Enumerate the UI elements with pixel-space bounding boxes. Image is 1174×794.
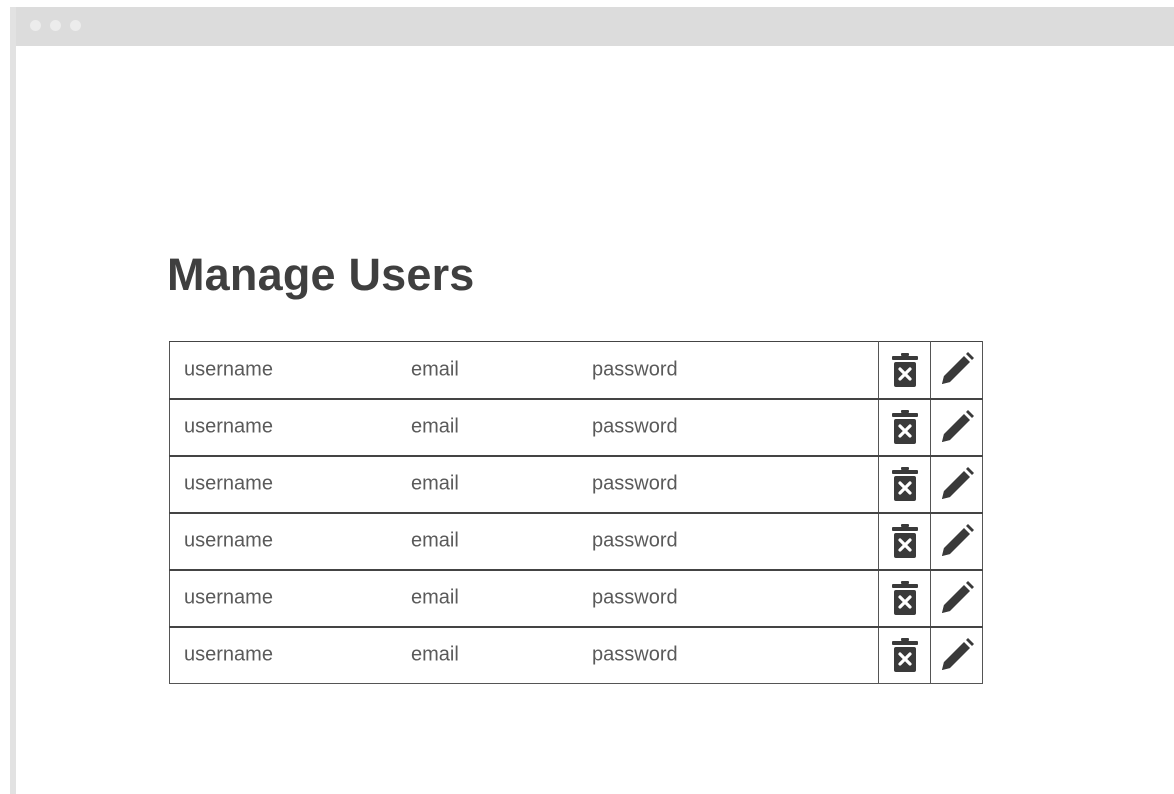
password-cell: password [592,415,678,438]
pencil-icon [939,580,975,616]
user-info-cell: username email password [169,341,879,399]
edit-cell [930,397,983,456]
edit-user-button[interactable] [937,519,977,563]
trash-icon [891,410,919,444]
edit-user-button[interactable] [937,633,977,677]
pencil-icon [939,409,975,445]
pencil-icon [939,523,975,559]
edit-cell [930,625,983,684]
user-info-cell: username email password [169,625,879,684]
table-row: username email password [169,568,983,627]
window-maximize-dot[interactable] [70,20,81,31]
delete-cell [878,568,931,627]
table-row: username email password [169,625,983,684]
username-cell: username [184,529,273,552]
username-cell: username [184,415,273,438]
trash-icon [891,352,919,387]
edit-cell [930,511,983,570]
password-cell: password [592,529,678,552]
delete-user-button[interactable] [885,633,925,677]
email-cell: email [411,472,459,495]
user-info-cell: username email password [169,511,879,570]
window-titlebar [16,7,1174,46]
edit-user-button[interactable] [937,405,977,449]
delete-user-button[interactable] [885,405,925,449]
pencil-icon [939,637,975,673]
password-cell: password [592,643,678,666]
window-close-dot[interactable] [30,20,41,31]
delete-cell [878,625,931,684]
edit-cell [930,341,983,399]
email-cell: email [411,586,459,609]
email-cell: email [411,643,459,666]
user-info-cell: username email password [169,454,879,513]
email-cell: email [411,529,459,552]
username-cell: username [184,358,273,381]
edit-cell [930,568,983,627]
delete-cell [878,397,931,456]
trash-icon [891,524,919,558]
delete-user-button[interactable] [885,462,925,506]
delete-cell [878,511,931,570]
trash-icon [891,581,919,615]
trash-icon [891,638,919,673]
user-info-cell: username email password [169,568,879,627]
table-row: username email password [169,341,983,399]
table-row: username email password [169,511,983,570]
users-table-body: username email password username email passwo… [169,341,983,684]
window-minimize-dot[interactable] [50,20,61,31]
email-cell: email [411,358,459,381]
edit-user-button[interactable] [937,347,977,391]
delete-cell [878,454,931,513]
delete-cell [878,341,931,399]
users-table: username email password username email passwo… [169,341,983,684]
delete-user-button[interactable] [885,348,925,392]
email-cell: email [411,415,459,438]
pencil-icon [939,466,975,502]
username-cell: username [184,472,273,495]
user-info-cell: username email password [169,397,879,456]
username-cell: username [184,586,273,609]
table-row: username email password [169,397,983,456]
edit-user-button[interactable] [937,576,977,620]
delete-user-button[interactable] [885,576,925,620]
password-cell: password [592,472,678,495]
edit-user-button[interactable] [937,462,977,506]
table-row: username email password [169,454,983,513]
delete-user-button[interactable] [885,519,925,563]
password-cell: password [592,358,678,381]
edit-cell [930,454,983,513]
page-title: Manage Users [167,249,475,300]
password-cell: password [592,586,678,609]
username-cell: username [184,643,273,666]
pencil-icon [939,351,975,387]
trash-icon [891,467,919,501]
